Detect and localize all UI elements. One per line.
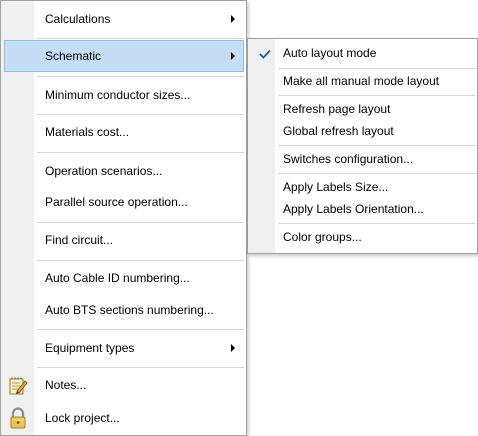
submenu-item-label: Apply Labels Size... xyxy=(283,180,389,194)
menu-item-auto-cable-id-numbering[interactable]: Auto Cable ID numbering... xyxy=(4,262,244,294)
submenu-item-label: Global refresh layout xyxy=(283,124,394,138)
menu-separator xyxy=(37,114,244,115)
menu-separator xyxy=(37,152,244,153)
menu-separator xyxy=(278,95,475,96)
submenu-item-auto-layout-mode[interactable]: Auto layout mode xyxy=(250,42,476,64)
submenu-arrow-icon xyxy=(231,52,235,60)
menu-separator xyxy=(37,260,244,261)
submenu-item-apply-labels-size[interactable]: Apply Labels Size... xyxy=(250,176,476,198)
notes-icon xyxy=(8,376,28,400)
menu-item-label: Auto Cable ID numbering... xyxy=(45,271,190,285)
submenu-item-label: Refresh page layout xyxy=(283,102,391,116)
menu-item-label: Lock project... xyxy=(45,411,120,425)
menu-item-label: Calculations xyxy=(45,12,111,26)
menu-item-find-circuit[interactable]: Find circuit... xyxy=(4,224,244,256)
menu-item-label: Auto BTS sections numbering... xyxy=(45,303,214,317)
padlock-icon xyxy=(8,407,28,433)
menu-item-parallel-source-operation[interactable]: Parallel source operation... xyxy=(4,186,244,218)
submenu-item-apply-labels-orientation[interactable]: Apply Labels Orientation... xyxy=(250,198,476,220)
menu-separator xyxy=(278,68,475,69)
submenu-arrow-icon xyxy=(231,15,235,23)
menu-separator xyxy=(37,222,244,223)
menu-item-materials-cost[interactable]: Materials cost... xyxy=(4,116,244,148)
menu-item-schematic[interactable]: Schematic xyxy=(4,40,244,72)
menu-item-label: Operation scenarios... xyxy=(45,164,163,178)
menu-item-label: Find circuit... xyxy=(45,233,114,247)
menu-item-calculations[interactable]: Calculations xyxy=(4,3,244,35)
menu-item-lock-project[interactable]: Lock project... xyxy=(4,402,244,434)
menu-item-operation-scenarios[interactable]: Operation scenarios... xyxy=(4,155,244,187)
menu-item-auto-bts-sections-numbering[interactable]: Auto BTS sections numbering... xyxy=(4,294,244,326)
menu-item-equipment-types[interactable]: Equipment types xyxy=(4,332,244,364)
menu-item-notes[interactable]: Notes... xyxy=(4,369,244,401)
menu-separator xyxy=(37,38,244,39)
menu-item-minimum-conductor-sizes[interactable]: Minimum conductor sizes... xyxy=(4,79,244,111)
submenu-item-label: Color groups... xyxy=(283,230,362,244)
menu-item-label: Schematic xyxy=(45,49,102,63)
submenu-item-label: Auto layout mode xyxy=(283,46,377,60)
menu-item-label: Minimum conductor sizes... xyxy=(45,88,191,102)
menu-item-label: Equipment types xyxy=(45,341,135,355)
submenu-item-label: Apply Labels Orientation... xyxy=(283,202,424,216)
menu-separator xyxy=(278,223,475,224)
schematic-submenu: Auto layout mode Make all manual mode la… xyxy=(247,38,478,254)
menu-item-label: Parallel source operation... xyxy=(45,195,188,209)
menu-separator xyxy=(278,145,475,146)
checkmark-icon xyxy=(259,47,271,59)
menu-separator xyxy=(278,173,475,174)
context-menu: Calculations Schematic Minimum conductor… xyxy=(0,0,247,436)
menu-item-label: Notes... xyxy=(45,378,87,392)
submenu-item-global-refresh-layout[interactable]: Global refresh layout xyxy=(250,120,476,142)
submenu-item-color-groups[interactable]: Color groups... xyxy=(250,226,476,248)
menu-separator xyxy=(37,76,244,77)
submenu-item-label: Make all manual mode layout xyxy=(283,74,440,88)
submenu-arrow-icon xyxy=(231,344,235,352)
submenu-item-label: Switches configuration... xyxy=(283,152,414,166)
submenu-item-make-all-manual-mode-layout[interactable]: Make all manual mode layout xyxy=(250,70,476,92)
menu-separator xyxy=(37,329,244,330)
menu-item-label: Materials cost... xyxy=(45,125,130,139)
submenu-item-refresh-page-layout[interactable]: Refresh page layout xyxy=(250,98,476,120)
menu-separator xyxy=(37,367,244,368)
submenu-item-switches-configuration[interactable]: Switches configuration... xyxy=(250,148,476,170)
